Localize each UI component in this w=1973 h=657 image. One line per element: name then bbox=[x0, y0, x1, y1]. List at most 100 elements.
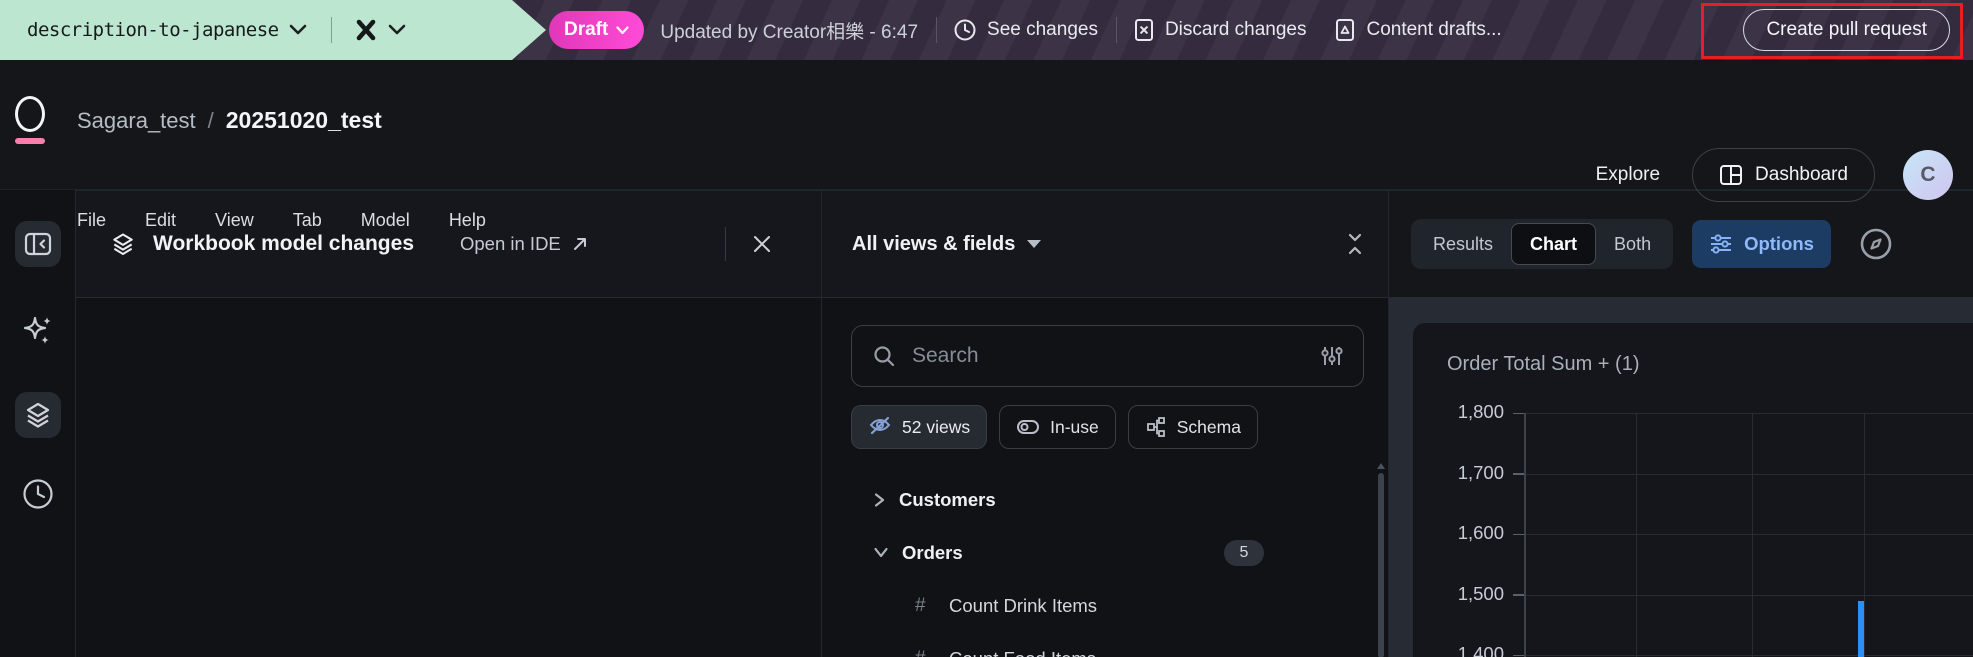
y-gridline bbox=[1524, 473, 1973, 475]
draft-status-badge[interactable]: Draft bbox=[549, 11, 645, 49]
y-gridline bbox=[1524, 534, 1973, 535]
chip-schema-label: Schema bbox=[1176, 416, 1241, 437]
tree-field-label: Count Drink Items bbox=[949, 594, 1098, 616]
tree-group-customers[interactable]: Customers bbox=[851, 473, 1364, 526]
sliders-horizontal-icon bbox=[1709, 233, 1733, 255]
scrollbar-thumb[interactable] bbox=[1378, 473, 1384, 657]
workbook-model-changes-panel: Workbook model changes Open in IDE bbox=[76, 190, 821, 657]
history-clock-icon bbox=[21, 477, 55, 511]
menu-help[interactable]: Help bbox=[449, 210, 486, 231]
workspace: Workbook model changes Open in IDE All v… bbox=[0, 190, 1973, 657]
left-icon-rail bbox=[0, 190, 76, 657]
menu-tab[interactable]: Tab bbox=[293, 210, 322, 231]
sparkles-icon bbox=[21, 314, 55, 348]
chevron-down-icon[interactable] bbox=[1027, 240, 1042, 248]
draft-label: Draft bbox=[564, 19, 609, 40]
divider bbox=[936, 17, 938, 43]
open-in-ide-link[interactable]: Open in IDE bbox=[460, 233, 589, 255]
bar[interactable] bbox=[1858, 600, 1864, 657]
y-tick-label: 1,700 bbox=[1457, 461, 1504, 483]
y-tick-mark bbox=[1513, 654, 1524, 656]
chip-views-label: 52 views bbox=[902, 416, 971, 437]
updated-by-text: Updated by Creator相樂 - 6:47 bbox=[660, 21, 919, 43]
scrollbar-up-arrow[interactable] bbox=[1377, 463, 1385, 469]
layers-icon bbox=[23, 400, 53, 430]
layers-icon bbox=[110, 231, 136, 257]
search-icon bbox=[872, 344, 896, 368]
discard-changes-label: Discard changes bbox=[1164, 19, 1307, 40]
breadcrumb-workspace[interactable]: Sagara_test bbox=[77, 108, 196, 134]
dashboard-icon bbox=[1719, 164, 1743, 186]
panel-title: Workbook model changes bbox=[153, 232, 414, 255]
collapse-all-icon[interactable] bbox=[1346, 233, 1364, 255]
chip-schema[interactable]: Schema bbox=[1127, 405, 1258, 449]
x-gridline bbox=[1636, 413, 1637, 657]
breadcrumb: Sagara_test / 20251020_test bbox=[77, 107, 382, 134]
fields-scope-dropdown-label[interactable]: All views & fields bbox=[852, 233, 1015, 256]
avatar[interactable]: C bbox=[1903, 150, 1953, 200]
ai-assistant-button[interactable] bbox=[15, 308, 61, 354]
tree-field-count-food-items[interactable]: # Count Food Items bbox=[851, 632, 1364, 657]
divider bbox=[725, 227, 726, 261]
number-field-icon: # bbox=[915, 648, 935, 657]
y-tick-label: 1,400 bbox=[1457, 643, 1504, 657]
collapse-panel-button[interactable] bbox=[14, 221, 61, 267]
see-changes-button[interactable]: See changes bbox=[953, 18, 1098, 42]
breadcrumb-separator: / bbox=[207, 107, 214, 133]
chevron-down-icon[interactable] bbox=[873, 546, 889, 559]
clock-icon bbox=[953, 18, 977, 42]
content-drafts-button[interactable]: Content drafts... bbox=[1334, 18, 1502, 42]
chart-panel: Results Chart Both Options Order Total S… bbox=[1388, 190, 1973, 657]
tab-both[interactable]: Both bbox=[1596, 223, 1669, 265]
eye-off-icon bbox=[868, 416, 892, 438]
dashboard-button[interactable]: Dashboard bbox=[1692, 148, 1875, 202]
filter-sliders-icon[interactable] bbox=[1321, 344, 1343, 368]
chip-views[interactable]: 52 views bbox=[851, 405, 988, 449]
avatar-initial: C bbox=[1920, 163, 1936, 186]
y-tick-label: 1,500 bbox=[1457, 582, 1504, 604]
chart-card: Order Total Sum + (1) 1,800 1,700 1,600 1,5… bbox=[1413, 323, 1973, 657]
y-tick-mark bbox=[1513, 594, 1524, 596]
explore-link[interactable]: Explore bbox=[1596, 164, 1660, 186]
breadcrumb-page-title[interactable]: 20251020_test bbox=[226, 107, 382, 134]
fields-layers-button[interactable] bbox=[14, 392, 61, 438]
header-actions: Explore Dashboard C bbox=[1596, 147, 1953, 203]
y-gridline bbox=[1524, 655, 1973, 656]
chevron-right-icon[interactable] bbox=[873, 492, 886, 508]
tab-results[interactable]: Results bbox=[1415, 223, 1511, 265]
y-tick-mark bbox=[1513, 533, 1524, 535]
menu-file[interactable]: File bbox=[77, 210, 106, 231]
fields-panel-header: All views & fields bbox=[822, 191, 1388, 298]
search-input[interactable]: Search bbox=[851, 325, 1364, 387]
y-tick-label: 1,600 bbox=[1457, 522, 1504, 543]
tree-group-orders[interactable]: Orders 5 bbox=[851, 526, 1364, 579]
chip-in-use[interactable]: In-use bbox=[999, 405, 1116, 449]
menu-edit[interactable]: Edit bbox=[145, 210, 176, 231]
omni-logo[interactable] bbox=[15, 96, 45, 144]
close-icon[interactable] bbox=[752, 234, 772, 254]
search-placeholder: Search bbox=[912, 344, 979, 367]
topbar-actions: Draft Updated by Creator相樂 - 6:47 See ch… bbox=[0, 0, 1973, 60]
chart-panel-content: Order Total Sum + (1) 1,800 1,700 1,600 1,5… bbox=[1389, 298, 1973, 657]
menu-model[interactable]: Model bbox=[361, 210, 410, 231]
compass-button[interactable] bbox=[1858, 226, 1894, 262]
create-pull-request-button[interactable]: Create pull request bbox=[1743, 9, 1950, 51]
menu-bar: File Edit View Tab Model Help bbox=[77, 210, 486, 231]
menu-view[interactable]: View bbox=[215, 210, 254, 231]
y-gridline bbox=[1524, 413, 1973, 414]
x-gridline bbox=[1752, 413, 1753, 657]
y-gridline bbox=[1524, 594, 1973, 596]
count-badge: 5 bbox=[1224, 539, 1264, 566]
tree-field-count-drink-items[interactable]: # Count Drink Items bbox=[851, 579, 1364, 632]
view-mode-segmented-control: Results Chart Both bbox=[1411, 219, 1674, 269]
fields-panel-content: Search 52 views In-use Schema Customers … bbox=[822, 298, 1388, 657]
options-button[interactable]: Options bbox=[1692, 220, 1831, 268]
see-changes-label: See changes bbox=[987, 19, 1098, 40]
discard-changes-button[interactable]: Discard changes bbox=[1133, 18, 1307, 42]
scrollbar[interactable] bbox=[1377, 463, 1385, 657]
y-tick-mark bbox=[1513, 473, 1524, 475]
history-button[interactable] bbox=[15, 471, 61, 517]
y-tick-label: 1,800 bbox=[1457, 401, 1504, 422]
tab-chart[interactable]: Chart bbox=[1511, 223, 1597, 265]
collapse-panel-icon bbox=[24, 232, 52, 256]
